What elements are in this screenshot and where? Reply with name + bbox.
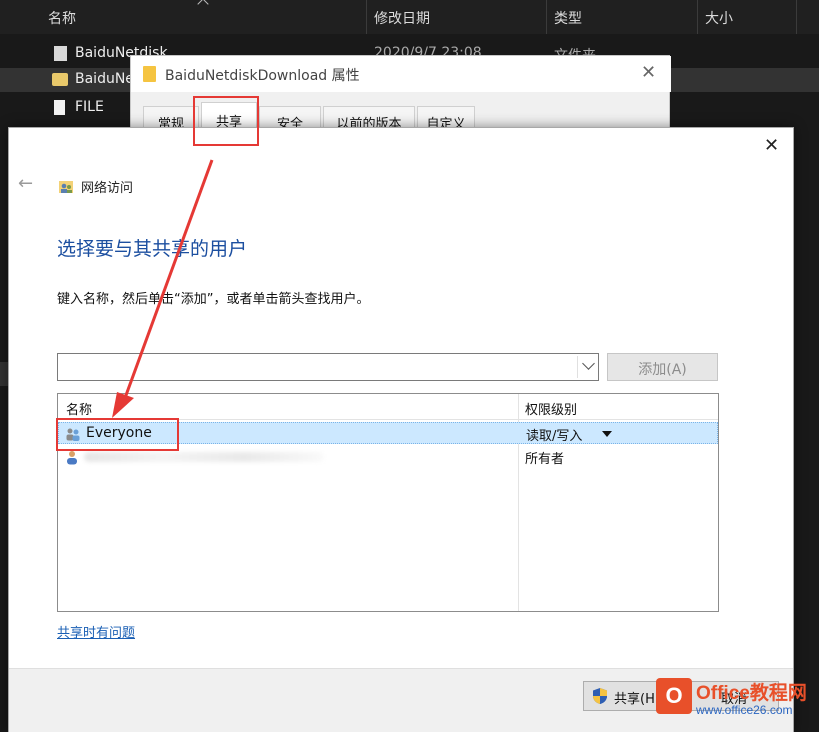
annotation-arrow [112,159,214,418]
office-logo-icon: O [656,678,692,714]
watermark-brand: Office教程网 [696,683,807,704]
office26-watermark: O Office教程网 www.office26.com [656,672,818,722]
watermark-url: www.office26.com [696,703,793,717]
